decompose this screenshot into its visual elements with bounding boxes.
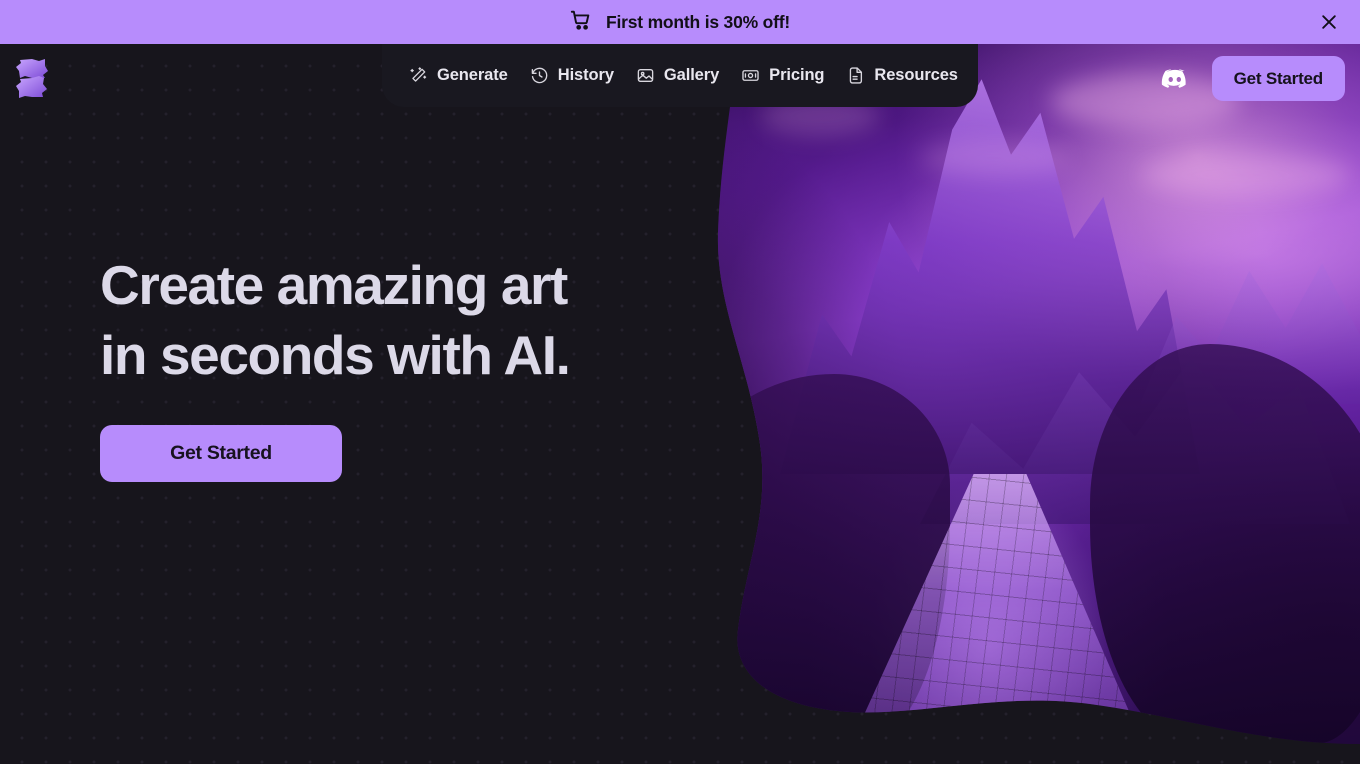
banknote-icon <box>741 66 760 85</box>
nav-item-label: Resources <box>874 66 958 84</box>
hero-get-started-button[interactable]: Get Started <box>100 424 342 482</box>
nav-item-resources[interactable]: Resources <box>835 60 968 91</box>
hero-title: Create amazing art in seconds with AI. <box>100 254 571 387</box>
discord-icon[interactable] <box>1160 64 1190 94</box>
cloud-wisp <box>920 140 1070 176</box>
hero-section: Create amazing art in seconds with AI. G… <box>100 250 620 482</box>
shopping-cart-icon <box>570 9 592 36</box>
document-icon <box>846 66 865 85</box>
nav-item-label: History <box>557 66 614 84</box>
hero-artwork <box>620 44 1360 744</box>
foreground-bank-right <box>1090 344 1360 744</box>
nav-item-generate[interactable]: Generate <box>398 60 519 91</box>
image-icon <box>636 66 655 85</box>
landing-page: First month is 30% off! Generate History… <box>0 0 1360 764</box>
nav-item-label: Generate <box>437 66 508 84</box>
clock-history-icon <box>530 66 549 85</box>
hero-artwork-image <box>620 44 1360 744</box>
nav-actions: Get Started <box>1160 56 1345 101</box>
promo-banner: First month is 30% off! <box>0 0 1360 44</box>
magic-wand-icon <box>409 66 428 85</box>
cloud-wisp <box>1140 154 1350 196</box>
get-started-nav-button[interactable]: Get Started <box>1211 56 1345 101</box>
promo-banner-content[interactable]: First month is 30% off! <box>570 9 790 36</box>
promo-banner-message: First month is 30% off! <box>605 11 791 32</box>
app-logo[interactable] <box>8 54 56 102</box>
nav-item-label: Pricing <box>769 66 825 84</box>
app-logo-icon <box>16 59 48 98</box>
nav-item-label: Gallery <box>663 66 720 84</box>
nav-item-gallery[interactable]: Gallery <box>625 60 730 91</box>
nav-item-history[interactable]: History <box>519 60 625 91</box>
main-navigation: Generate History Gallery Pricing Resourc… <box>382 44 978 107</box>
nav-item-pricing[interactable]: Pricing <box>730 60 835 91</box>
banner-close-icon[interactable] <box>1314 7 1344 37</box>
